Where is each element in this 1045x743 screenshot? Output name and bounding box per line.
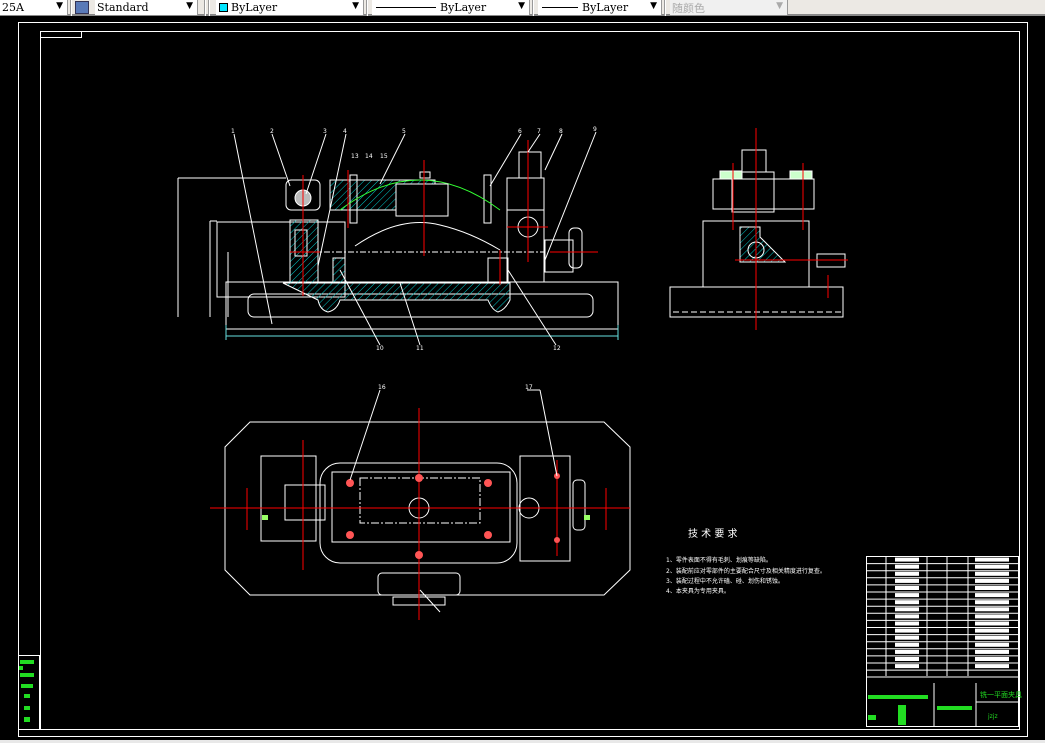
toolbar-separator bbox=[204, 0, 206, 16]
parts-list-cell bbox=[895, 557, 919, 562]
toolbar-separator bbox=[532, 0, 534, 16]
parts-list-cell bbox=[975, 635, 1009, 640]
parts-list-cell bbox=[975, 628, 1009, 633]
parts-list-cell bbox=[895, 586, 919, 590]
parts-list-cell bbox=[975, 557, 1009, 562]
parts-list-cell bbox=[975, 578, 1009, 583]
parts-list-cell bbox=[895, 635, 919, 640]
parts-list-cell bbox=[895, 571, 919, 576]
drawing-code: jzjz bbox=[987, 713, 998, 720]
part-label: 2 bbox=[270, 128, 274, 135]
parts-list-cell bbox=[975, 649, 1009, 654]
textstyle-dropdown[interactable]: Standard ▼ bbox=[95, 0, 198, 15]
toolbar-separator bbox=[664, 0, 666, 16]
parts-list-cell bbox=[895, 649, 919, 654]
part-label: 14 bbox=[365, 153, 373, 160]
parts-list-cell bbox=[895, 621, 919, 626]
tech-requirement-item: 2、装配前应对零部件的主要配合尺寸及相关精度进行复查。 bbox=[666, 567, 826, 575]
part-label: 5 bbox=[402, 128, 406, 135]
drawing-name: 铣一平面夹具 bbox=[980, 690, 1022, 699]
title-block: 铣一平面夹具 jzjz bbox=[866, 556, 1022, 727]
toolbar-separator bbox=[70, 0, 72, 16]
part-label: 13 bbox=[351, 153, 359, 160]
inner-border bbox=[40, 31, 1020, 730]
parts-list-cell bbox=[895, 600, 919, 605]
parts-list-cell bbox=[975, 600, 1009, 605]
parts-list-cell bbox=[895, 564, 919, 569]
tech-requirement-item: 4、本夹具为专用夹具。 bbox=[666, 587, 730, 595]
front-view: 1 2 3 4 5 6 7 8 9 10 11 12 13 14 15 bbox=[177, 126, 619, 352]
parts-list-cell bbox=[895, 628, 919, 633]
part-label: 11 bbox=[416, 345, 424, 352]
color-swatch bbox=[219, 3, 228, 12]
parts-list-cell bbox=[895, 593, 919, 598]
color-dropdown[interactable]: ByLayer ▼ bbox=[216, 0, 364, 15]
parts-list-cell bbox=[895, 642, 919, 647]
part-label: 10 bbox=[376, 345, 384, 352]
top-view: 16 17 bbox=[210, 384, 631, 620]
parts-list-cell bbox=[895, 607, 919, 612]
part-label: 1 bbox=[231, 128, 235, 135]
part-label: 3 bbox=[323, 128, 327, 135]
revision-strip bbox=[18, 655, 40, 730]
technical-requirements: 技 术 要 求 1、零件表面不得有毛刺、划痕等缺陷。 2、装配前应对零部件的主要… bbox=[666, 527, 826, 595]
parts-list-cell bbox=[975, 593, 1009, 598]
parts-list-cell bbox=[895, 614, 919, 619]
chevron-down-icon: ▼ bbox=[518, 1, 525, 11]
parts-list-cell bbox=[975, 621, 1009, 626]
chevron-down-icon: ▼ bbox=[352, 1, 359, 11]
toolbar-separator bbox=[366, 0, 368, 16]
chevron-down-icon: ▼ bbox=[186, 1, 193, 11]
parts-list-cell bbox=[895, 578, 919, 583]
part-label: 9 bbox=[593, 126, 597, 133]
side-view bbox=[669, 128, 848, 330]
parts-list-cell bbox=[975, 571, 1009, 576]
part-label: 7 bbox=[537, 128, 541, 135]
chevron-down-icon: ▼ bbox=[56, 1, 63, 11]
part-label: 16 bbox=[378, 384, 386, 391]
parts-list-cell bbox=[975, 586, 1009, 590]
toolbar-separator bbox=[208, 0, 210, 16]
chevron-down-icon: ▼ bbox=[776, 1, 783, 11]
plotstyle-dropdown[interactable]: 随颜色 ▼ bbox=[670, 0, 788, 15]
dimstyle-dropdown[interactable]: 25A ▼ bbox=[0, 0, 68, 15]
part-label: 8 bbox=[559, 128, 563, 135]
linetype-dropdown[interactable]: ByLayer ▼ bbox=[372, 0, 530, 15]
parts-list-cell bbox=[975, 614, 1009, 619]
lineweight-sample bbox=[542, 7, 578, 8]
tech-requirement-item: 1、零件表面不得有毛刺、划痕等缺陷。 bbox=[666, 556, 772, 564]
outer-border bbox=[18, 22, 1028, 737]
parts-list-cell bbox=[895, 664, 919, 669]
corner-label-box bbox=[40, 31, 82, 38]
tech-requirements-title: 技 术 要 求 bbox=[688, 527, 738, 540]
part-label: 17 bbox=[525, 384, 533, 391]
part-label: 4 bbox=[343, 128, 347, 135]
linetype-sample bbox=[376, 7, 436, 8]
part-label: 6 bbox=[518, 128, 522, 135]
text-style-icon[interactable] bbox=[75, 1, 89, 14]
parts-list-cell bbox=[895, 657, 919, 661]
parts-list-cell bbox=[975, 564, 1009, 569]
parts-list-cell bbox=[975, 664, 1009, 669]
parts-list-cell bbox=[975, 657, 1009, 661]
part-label: 15 bbox=[380, 153, 388, 160]
part-label: 12 bbox=[553, 345, 561, 352]
tech-requirement-item: 3、装配过程中不允许磕、碰、划伤和锈蚀。 bbox=[666, 577, 784, 585]
parts-list-cell bbox=[975, 607, 1009, 612]
chevron-down-icon: ▼ bbox=[650, 1, 657, 11]
properties-toolbar: 25A ▼ Standard ▼ ByLayer ▼ ByLayer ▼ ByLayer… bbox=[0, 0, 1045, 16]
lineweight-dropdown[interactable]: ByLayer ▼ bbox=[538, 0, 662, 15]
drawing-canvas[interactable]: 1 2 3 4 5 6 7 8 9 10 11 12 13 14 15 16 1… bbox=[0, 17, 1045, 740]
parts-list-cell bbox=[975, 642, 1009, 647]
